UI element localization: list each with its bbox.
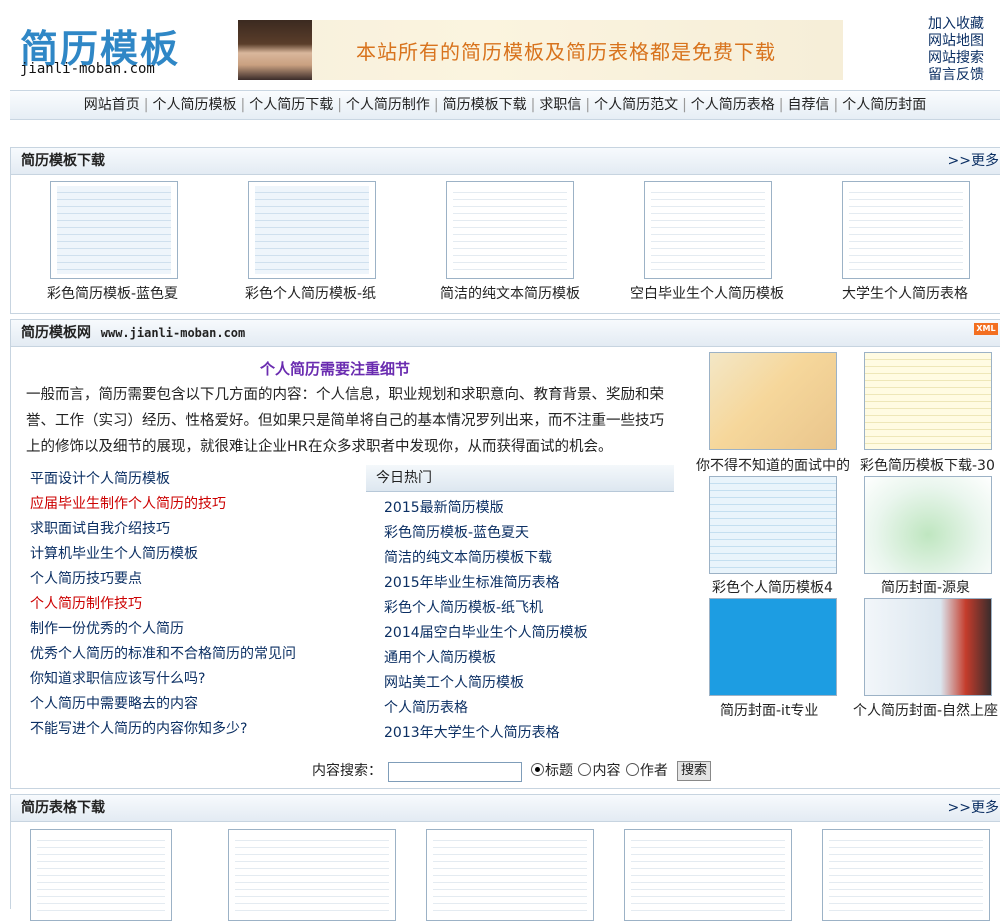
nav-item-template-download[interactable]: 简历模板下载 xyxy=(439,97,531,113)
article-link[interactable]: 个人简历技巧要点 xyxy=(30,567,360,592)
form-download-list xyxy=(10,821,1000,921)
top-links: 加入收藏 网站地图 网站搜索 留言反馈 xyxy=(928,16,984,84)
hot-link[interactable]: 2014届空白毕业生个人简历模板 xyxy=(384,621,674,646)
hot-link[interactable]: 2015年毕业生标准简历表格 xyxy=(384,571,674,596)
hot-today-title: 今日热门 xyxy=(376,470,432,486)
banner-text: 本站所有的简历模板及简历表格都是免费下载 xyxy=(356,40,776,64)
search-options: 标题 内容 作者 xyxy=(530,760,668,780)
section-header-site: 简历模板网 www.jianli-moban.com xyxy=(10,319,1000,347)
article-link[interactable]: 计算机毕业生个人简历模板 xyxy=(30,542,360,567)
form-thumb[interactable] xyxy=(624,829,792,921)
pic-thumb[interactable] xyxy=(864,598,992,696)
template-caption[interactable]: 大学生个人简历表格 xyxy=(842,283,968,303)
section-title: 简历模板下载 xyxy=(21,153,105,169)
hot-link-list: 2015最新简历模版 彩色简历模板-蓝色夏天 简洁的纯文本简历模板下载 2015… xyxy=(384,496,674,746)
template-download-list: 彩色简历模板-蓝色夏 彩色个人简历模板-纸 简洁的纯文本简历模板 空白毕业生个人… xyxy=(10,174,1000,314)
pic-thumb[interactable] xyxy=(709,476,837,574)
form-thumb[interactable] xyxy=(228,829,396,921)
hot-link[interactable]: 简洁的纯文本简历模板下载 xyxy=(384,546,674,571)
nav-item-resume-cover[interactable]: 个人简历封面 xyxy=(838,97,930,113)
search-button[interactable]: 搜索 xyxy=(677,761,712,781)
section-url: www.jianli-moban.com xyxy=(100,326,246,340)
article-body: 一般而言，简历需要包含以下几方面的内容：个人信息，职业规划和求职意向、教育背景、… xyxy=(26,387,664,455)
nav-item-home[interactable]: 网站首页 xyxy=(80,97,144,113)
article-link[interactable]: 不能写进个人简历的内容你知多少? xyxy=(30,717,360,742)
pic-thumb[interactable] xyxy=(864,476,992,574)
template-thumb[interactable] xyxy=(50,181,178,279)
section-header-template-download: 简历模板下载 >>更多 xyxy=(10,147,1000,175)
nav-item-cover-letter[interactable]: 求职信 xyxy=(535,97,585,113)
pic-caption[interactable]: 简历封面-it专业 xyxy=(720,700,818,720)
article-link-list: 平面设计个人简历模板 应届毕业生制作个人简历的技巧 求职面试自我介绍技巧 计算机… xyxy=(30,467,360,742)
pic-thumb[interactable] xyxy=(709,352,837,450)
template-caption[interactable]: 彩色个人简历模板-纸 xyxy=(245,283,376,303)
hot-link[interactable]: 网站美工个人简历模板 xyxy=(384,671,674,696)
article-title[interactable]: 个人简历需要注重细节 xyxy=(260,358,410,379)
radio-author-label: 作者 xyxy=(639,763,668,779)
radio-author[interactable] xyxy=(625,763,639,776)
template-thumb[interactable] xyxy=(842,181,970,279)
site-search-link[interactable]: 网站搜索 xyxy=(928,50,984,67)
hot-link[interactable]: 2013年大学生个人简历表格 xyxy=(384,721,674,746)
template-thumb[interactable] xyxy=(248,181,376,279)
hot-link[interactable]: 个人简历表格 xyxy=(384,696,674,721)
article-link[interactable]: 平面设计个人简历模板 xyxy=(30,467,360,492)
nav-item-resume-download[interactable]: 个人简历下载 xyxy=(245,97,337,113)
article-link[interactable]: 求职面试自我介绍技巧 xyxy=(30,517,360,542)
hot-today-header: 今日热门 xyxy=(366,465,674,492)
pic-caption[interactable]: 个人简历封面-自然上座 xyxy=(853,700,998,720)
template-caption[interactable]: 简洁的纯文本简历模板 xyxy=(440,283,580,303)
section-header-form-download: 简历表格下载 >>更多 xyxy=(10,794,1000,822)
radio-title-label: 标题 xyxy=(545,763,573,779)
pic-thumb[interactable] xyxy=(709,598,837,696)
pic-caption[interactable]: 彩色简历模板下载-30 xyxy=(860,455,995,475)
search-input[interactable] xyxy=(388,762,522,782)
more-link[interactable]: >>更多 xyxy=(948,148,999,174)
feedback-link[interactable]: 留言反馈 xyxy=(928,67,984,84)
search-label: 内容搜索： xyxy=(312,763,382,779)
nav-item-resume-form[interactable]: 个人简历表格 xyxy=(687,97,779,113)
template-thumb[interactable] xyxy=(446,181,574,279)
hot-link[interactable]: 2015最新简历模版 xyxy=(384,496,674,521)
pic-caption[interactable]: 你不得不知道的面试中的 xyxy=(696,455,850,475)
form-thumb[interactable] xyxy=(30,829,172,921)
radio-content[interactable] xyxy=(578,763,592,776)
article-link[interactable]: 制作一份优秀的个人简历 xyxy=(30,617,360,642)
site-logo-domain: jianli-moban.com xyxy=(20,61,155,77)
hot-link[interactable]: 通用个人简历模板 xyxy=(384,646,674,671)
top-banner[interactable]: 本站所有的简历模板及简历表格都是免费下载 xyxy=(238,20,843,80)
radio-content-label: 内容 xyxy=(592,763,621,779)
nav-item-resume-make[interactable]: 个人简历制作 xyxy=(342,97,434,113)
nav-item-resume-sample[interactable]: 个人简历范文 xyxy=(590,97,682,113)
pic-caption[interactable]: 简历封面-源泉 xyxy=(881,577,970,597)
article-link[interactable]: 个人简历制作技巧 xyxy=(30,592,360,617)
template-caption[interactable]: 彩色简历模板-蓝色夏 xyxy=(47,283,178,303)
search-bar: 内容搜索： xyxy=(312,760,382,780)
pic-caption[interactable]: 彩色个人简历模板4 xyxy=(712,577,833,597)
main-nav: 网站首页 | 个人简历模板 | 个人简历下载 | 个人简历制作 | 简历模板下载 | 求职信 | 个人简… xyxy=(10,90,1000,120)
template-thumb[interactable] xyxy=(644,181,772,279)
template-caption[interactable]: 空白毕业生个人简历模板 xyxy=(630,283,784,303)
nav-item-resume-template[interactable]: 个人简历模板 xyxy=(148,97,240,113)
section-title-text: 简历模板网 xyxy=(21,325,91,341)
hot-link[interactable]: 彩色简历模板-蓝色夏天 xyxy=(384,521,674,546)
xml-feed-icon[interactable]: XML xyxy=(974,323,998,335)
radio-title[interactable] xyxy=(531,763,544,776)
nav-item-self-recommend[interactable]: 自荐信 xyxy=(784,97,834,113)
more-link[interactable]: >>更多 xyxy=(948,795,999,821)
form-thumb[interactable] xyxy=(822,829,990,921)
add-favorite-link[interactable]: 加入收藏 xyxy=(928,16,984,33)
article-link[interactable]: 你知道求职信应该写什么吗? xyxy=(30,667,360,692)
sitemap-link[interactable]: 网站地图 xyxy=(928,33,984,50)
article-link[interactable]: 优秀个人简历的标准和不合格简历的常见问 xyxy=(30,642,360,667)
banner-person-image xyxy=(238,20,312,80)
section-title: 简历表格下载 xyxy=(21,800,105,816)
hot-link[interactable]: 彩色个人简历模板-纸飞机 xyxy=(384,596,674,621)
section-title: 简历模板网 www.jianli-moban.com xyxy=(21,320,245,346)
form-thumb[interactable] xyxy=(426,829,594,921)
article-link[interactable]: 应届毕业生制作个人简历的技巧 xyxy=(30,492,360,517)
article-link[interactable]: 个人简历中需要略去的内容 xyxy=(30,692,360,717)
pic-thumb[interactable] xyxy=(864,352,992,450)
